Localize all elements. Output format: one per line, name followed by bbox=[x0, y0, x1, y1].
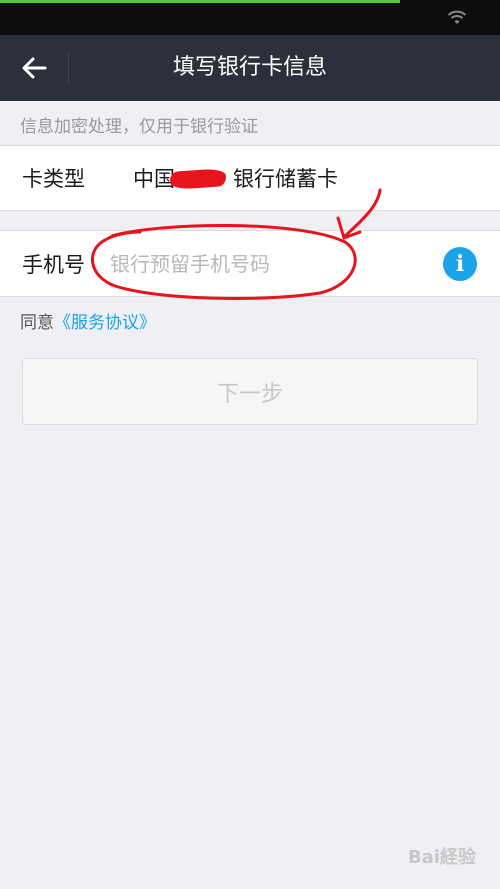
status-accent-line bbox=[0, 0, 400, 3]
phone-row: 手机号 i bbox=[0, 230, 500, 297]
card-type-suffix: 银行储蓄卡 bbox=[233, 167, 338, 191]
phone-label: 手机号 bbox=[22, 252, 85, 277]
status-bar bbox=[0, 0, 500, 35]
nav-bar: 填写银行卡信息 bbox=[0, 35, 500, 101]
page-title: 填写银行卡信息 bbox=[172, 55, 327, 80]
back-button[interactable] bbox=[0, 35, 68, 101]
phone-input[interactable] bbox=[110, 245, 430, 283]
agreement-prefix: 同意 bbox=[20, 313, 54, 333]
encryption-hint: 信息加密处理，仅用于银行验证 bbox=[20, 117, 258, 137]
baidu-watermark: Bai経验 bbox=[407, 847, 476, 868]
info-icon[interactable]: i bbox=[443, 247, 477, 281]
arrow-left-icon bbox=[22, 57, 47, 79]
wifi-icon bbox=[447, 10, 467, 24]
card-type-value: 中国 银行储蓄卡 bbox=[133, 146, 338, 210]
card-type-row: 卡类型 中国 银行储蓄卡 bbox=[0, 145, 500, 211]
agreement-line: 同意《服务协议》 bbox=[20, 308, 156, 333]
card-type-label: 卡类型 bbox=[22, 167, 85, 191]
nav-divider bbox=[68, 51, 69, 85]
card-type-prefix: 中国 bbox=[133, 167, 175, 191]
next-step-button[interactable]: 下一步 bbox=[22, 358, 478, 425]
service-agreement-link[interactable]: 《服务协议》 bbox=[54, 313, 156, 333]
